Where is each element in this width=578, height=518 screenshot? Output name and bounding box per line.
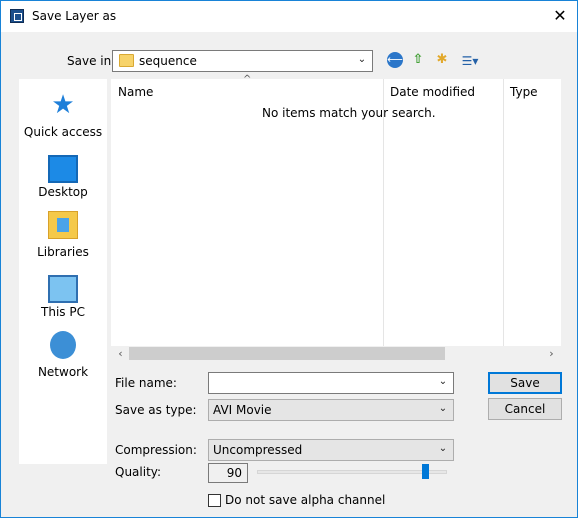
network-icon [50,331,76,359]
alpha-channel-label[interactable]: Do not save alpha channel [225,493,385,507]
save-in-dropdown[interactable]: sequence ⌄ [112,50,373,72]
scroll-left-icon[interactable]: ‹ [113,346,128,361]
horizontal-scrollbar[interactable]: ‹ › [111,346,561,361]
save-as-type-value: AVI Movie [213,403,272,417]
view-menu-icon[interactable]: ☰▾ [457,52,483,70]
chevron-down-icon[interactable]: ⌄ [437,376,449,390]
quality-label: Quality: [115,465,162,479]
place-this-pc[interactable]: This PC [19,265,107,323]
star-icon: ★ [51,90,75,120]
libraries-icon [48,211,78,239]
column-header-date-modified[interactable]: Date modified [390,85,475,99]
place-desktop[interactable]: Desktop [19,145,107,203]
up-folder-icon[interactable]: ⇧ [409,51,427,69]
back-icon[interactable]: ⟵ [387,52,403,68]
place-quick-access[interactable]: ★ Quick access [19,85,107,143]
place-network[interactable]: Network [19,325,107,383]
save-in-label: Save in: [67,54,116,68]
chevron-down-icon: ⌄ [438,403,448,414]
cancel-button[interactable]: Cancel [488,398,562,420]
quality-slider-thumb[interactable] [422,464,429,479]
chevron-down-icon: ⌄ [438,443,448,454]
save-button[interactable]: Save [488,372,562,394]
save-layer-dialog: Save Layer as ✕ Save in: sequence ⌄ ⟵ ⇧ … [0,0,578,518]
place-libraries[interactable]: Libraries [19,205,107,263]
place-label: Network [37,365,89,379]
file-name-label: File name: [115,376,177,390]
close-button[interactable]: ✕ [543,1,577,31]
place-label: Quick access [23,125,103,139]
file-name-field[interactable]: ⌄ [208,372,454,394]
scrollbar-thumb[interactable] [129,347,445,360]
place-label: Libraries [37,245,89,259]
save-in-value: sequence [139,54,197,68]
quality-slider-track[interactable] [257,470,447,474]
desktop-icon [48,155,78,183]
window-title: Save Layer as [32,9,117,23]
chevron-down-icon: ⌄ [357,54,367,65]
alpha-channel-checkbox[interactable] [208,494,221,507]
empty-list-message: No items match your search. [262,106,436,120]
save-as-type-label: Save as type: [115,403,197,417]
app-icon [10,9,24,23]
column-header-name[interactable]: Name [118,85,153,99]
scroll-right-icon[interactable]: › [544,346,559,361]
sort-ascending-icon: ^ [243,74,252,85]
quality-value-field[interactable]: 90 [208,463,248,483]
save-as-type-dropdown[interactable]: AVI Movie ⌄ [208,399,454,421]
computer-icon [48,275,78,303]
compression-dropdown[interactable]: Uncompressed ⌄ [208,439,454,461]
new-folder-icon[interactable]: ✱ [433,51,451,69]
column-header-type[interactable]: Type [510,85,538,99]
title-bar[interactable]: Save Layer as ✕ [1,1,577,32]
place-label: Desktop [38,185,88,199]
column-divider [503,79,504,346]
file-list[interactable] [111,79,561,361]
places-bar: ★ Quick access Desktop Libraries This PC… [19,79,107,464]
compression-value: Uncompressed [213,443,303,457]
compression-label: Compression: [115,443,197,457]
place-label: This PC [41,305,85,319]
folder-icon [119,54,134,67]
